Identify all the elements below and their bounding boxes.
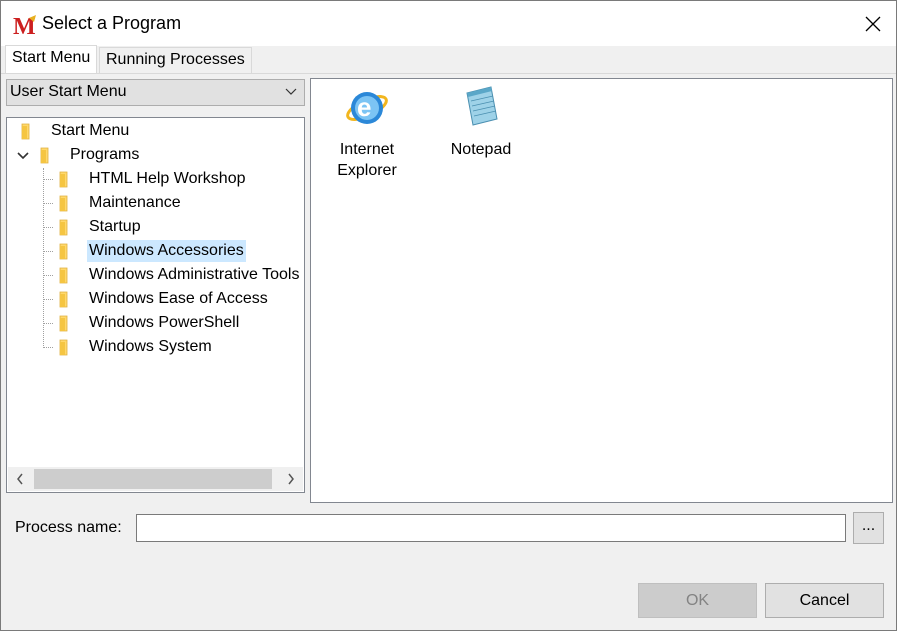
tree-item-label: Start Menu	[51, 122, 130, 139]
program-list[interactable]: e Internet Explorer Notepad	[310, 78, 893, 503]
folder-icon	[59, 291, 68, 308]
tree-connector	[44, 275, 53, 276]
tree-item-label: Windows System	[89, 338, 212, 355]
folder-tree[interactable]: Start Menu Programs HTML Help Workshop M…	[6, 117, 305, 493]
close-icon	[865, 16, 881, 32]
scroll-right-button[interactable]	[279, 467, 303, 491]
tree-item-label: Windows Ease of Access	[89, 290, 268, 307]
tree-connector	[44, 347, 53, 348]
close-button[interactable]	[856, 7, 890, 41]
tree-connector	[44, 299, 53, 300]
title-bar: M Select a Program	[1, 1, 896, 46]
scrollbar-thumb[interactable]	[34, 469, 272, 489]
tree-item-label: Windows PowerShell	[89, 314, 240, 331]
tab-strip: Start Menu Running Processes	[1, 45, 896, 75]
cancel-button[interactable]: Cancel	[765, 583, 884, 618]
tree-connector	[44, 323, 53, 324]
program-name: Internet Explorer	[319, 139, 415, 181]
folder-icon	[59, 171, 68, 188]
folder-icon	[59, 267, 68, 284]
browse-button[interactable]: ...	[853, 512, 884, 544]
folder-icon	[59, 339, 68, 356]
folder-icon	[59, 243, 68, 260]
tree-connector	[44, 203, 53, 204]
tree-connector	[44, 227, 53, 228]
ok-button[interactable]: OK	[638, 583, 757, 618]
folder-icon	[59, 315, 68, 332]
window-title: Select a Program	[42, 13, 182, 33]
M-logo-icon: M	[13, 14, 36, 38]
process-name-label: Process name:	[15, 519, 122, 536]
tab-running-processes[interactable]: Running Processes	[99, 47, 252, 73]
program-name-line2: Explorer	[337, 162, 397, 179]
folder-icon	[21, 123, 30, 140]
tree-horizontal-scrollbar[interactable]	[8, 467, 303, 491]
folder-icon	[59, 195, 68, 212]
tree-item-label: Maintenance	[89, 194, 181, 211]
program-name: Notepad	[433, 139, 529, 160]
folder-icon	[59, 219, 68, 236]
tree-connector	[44, 251, 53, 252]
program-notepad[interactable]: Notepad	[433, 83, 529, 160]
chevron-down-icon[interactable]	[16, 149, 30, 163]
scroll-left-button[interactable]	[8, 467, 32, 491]
program-name-line1: Internet	[339, 141, 395, 158]
tree-item-label: Programs	[70, 146, 140, 163]
select-program-dialog: M Select a Program Start Menu Running Pr…	[0, 0, 897, 631]
tree-connector	[44, 179, 53, 180]
folder-icon	[40, 147, 49, 164]
process-name-input[interactable]	[136, 514, 846, 542]
start-menu-source-select[interactable]: User Start Menu	[6, 79, 305, 106]
tree-item-label: Startup	[89, 218, 141, 235]
chevron-right-icon	[288, 473, 294, 485]
svg-text:e: e	[357, 92, 371, 122]
tab-start-menu[interactable]: Start Menu	[5, 45, 98, 73]
chevron-left-icon	[17, 473, 23, 485]
tree-item-label: Windows Accessories	[87, 240, 246, 262]
tree-item-label: HTML Help Workshop	[89, 170, 246, 187]
program-internet-explorer[interactable]: e Internet Explorer	[319, 83, 415, 181]
notepad-icon	[466, 86, 498, 126]
tab-divider	[1, 73, 896, 74]
chevron-down-icon	[285, 88, 297, 95]
internet-explorer-icon: e	[346, 92, 388, 124]
source-select-value: User Start Menu	[10, 83, 127, 100]
tree-connector	[43, 168, 44, 348]
tree-item-label: Windows Administrative Tools	[89, 266, 300, 283]
program-name-line1: Notepad	[450, 141, 512, 158]
